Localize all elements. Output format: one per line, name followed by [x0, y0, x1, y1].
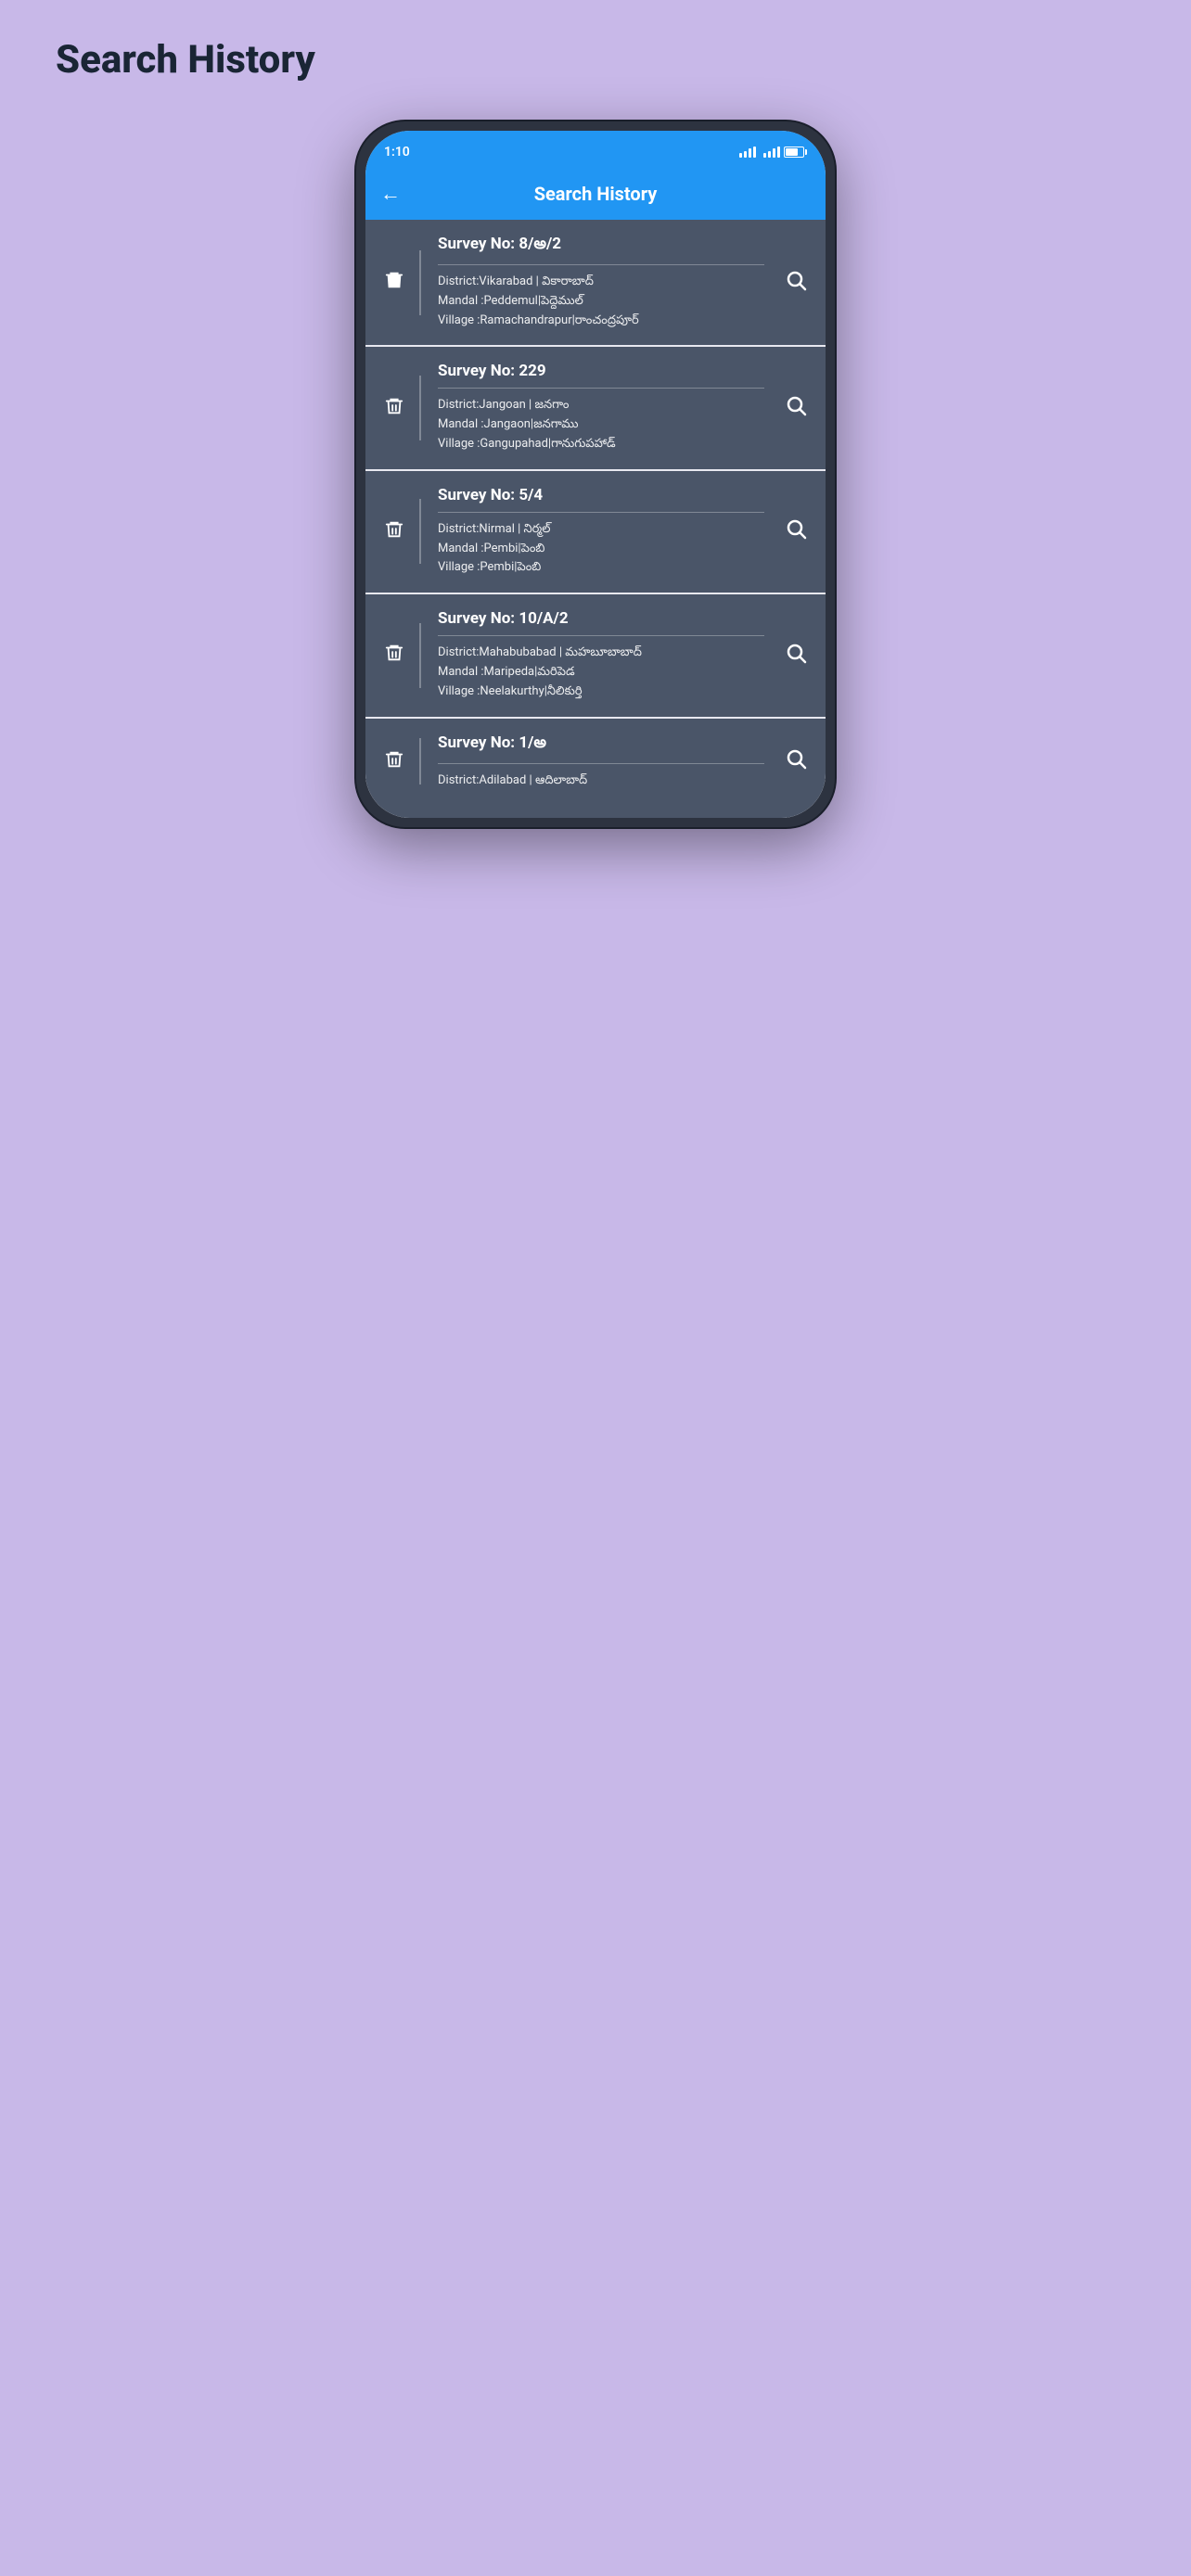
- item-divider: [419, 738, 421, 784]
- item-divider: [419, 623, 421, 688]
- item-content-1: Survey No: 8/అ/2 District:Vikarabad | వి…: [432, 235, 770, 330]
- history-list: Survey No: 8/అ/2 District:Vikarabad | వి…: [365, 220, 826, 818]
- app-header: ← Search History: [365, 172, 826, 220]
- status-right: [739, 147, 807, 158]
- item-detail-2: District:Jangoan | జనగాం Mandal :Jangaon…: [438, 396, 764, 453]
- history-item: Survey No: 5/4 District:Nirmal | నిర్మల్…: [365, 471, 826, 593]
- survey-no-5: Survey No: 1/అ: [438, 733, 764, 764]
- item-content-2: Survey No: 229 District:Jangoan | జనగాం …: [432, 362, 770, 453]
- signal-bars-2: [763, 147, 780, 158]
- history-item: Survey No: 1/అ District:Adilabad | ఆదిలా…: [365, 719, 826, 819]
- battery-body: [784, 147, 804, 158]
- item-content-4: Survey No: 10/A/2 District:Mahabubabad |…: [432, 609, 770, 701]
- item-content-5: Survey No: 1/అ District:Adilabad | ఆదిలా…: [432, 733, 770, 791]
- history-item: Survey No: 8/అ/2 District:Vikarabad | వి…: [365, 220, 826, 345]
- delete-button-3[interactable]: [380, 516, 408, 548]
- signal-bar: [749, 148, 751, 158]
- search-icon: [785, 747, 807, 770]
- search-button-5[interactable]: [781, 744, 811, 779]
- signal-bar: [744, 151, 747, 158]
- trash-icon: [384, 643, 404, 663]
- survey-no-1: Survey No: 8/అ/2: [438, 235, 764, 265]
- search-icon: [785, 394, 807, 416]
- search-button-1[interactable]: [781, 265, 811, 300]
- signal-bar: [763, 153, 766, 158]
- survey-no-3: Survey No: 5/4: [438, 486, 764, 513]
- signal-bar: [777, 147, 780, 158]
- signal-bars-1: [739, 147, 756, 158]
- signal-bar: [753, 147, 756, 158]
- survey-no-4: Survey No: 10/A/2: [438, 609, 764, 636]
- item-divider: [419, 499, 421, 564]
- search-icon: [785, 642, 807, 664]
- battery-fill: [786, 148, 798, 156]
- item-divider: [419, 376, 421, 440]
- battery-icon: [784, 147, 807, 158]
- signal-bar: [739, 153, 742, 158]
- trash-icon: [384, 270, 404, 290]
- history-item: Survey No: 10/A/2 District:Mahabubabad |…: [365, 594, 826, 716]
- item-detail-1: District:Vikarabad | వికారాబాద్ Mandal :…: [438, 273, 764, 330]
- trash-icon: [384, 749, 404, 770]
- item-detail-5: District:Adilabad | ఆదిలాబాద్: [438, 772, 764, 791]
- survey-no-2: Survey No: 229: [438, 362, 764, 389]
- signal-bar: [773, 148, 775, 158]
- page-title: Search History: [56, 37, 315, 83]
- trash-icon: [384, 519, 404, 540]
- search-button-3[interactable]: [781, 514, 811, 549]
- phone-frame: 1:10: [354, 120, 837, 829]
- signal-bar: [768, 151, 771, 158]
- history-item: Survey No: 229 District:Jangoan | జనగాం …: [365, 347, 826, 468]
- trash-icon: [384, 396, 404, 416]
- delete-button-4[interactable]: [380, 639, 408, 671]
- search-button-4[interactable]: [781, 638, 811, 673]
- delete-button-2[interactable]: [380, 392, 408, 425]
- delete-button-1[interactable]: [380, 266, 408, 299]
- back-button[interactable]: ←: [380, 182, 401, 206]
- phone-inner: 1:10: [365, 131, 826, 818]
- item-divider: [419, 250, 421, 315]
- item-content-3: Survey No: 5/4 District:Nirmal | నిర్మల్…: [432, 486, 770, 578]
- status-bar-wrapper: 1:10: [365, 131, 826, 172]
- battery-tip: [805, 149, 807, 155]
- search-icon: [785, 517, 807, 540]
- status-bar: 1:10: [365, 131, 826, 172]
- item-detail-4: District:Mahabubabad | మహబూబాబాద్ Mandal…: [438, 644, 764, 701]
- content-area: Survey No: 8/అ/2 District:Vikarabad | వి…: [365, 220, 826, 818]
- status-time: 1:10: [384, 145, 410, 159]
- item-detail-3: District:Nirmal | నిర్మల్ Mandal :Pembi|…: [438, 520, 764, 578]
- app-header-title: Search History: [534, 183, 658, 205]
- search-icon: [785, 269, 807, 291]
- search-button-2[interactable]: [781, 390, 811, 426]
- delete-button-5[interactable]: [380, 746, 408, 778]
